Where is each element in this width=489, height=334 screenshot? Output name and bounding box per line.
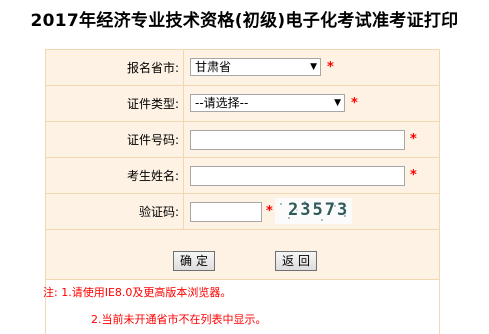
required-mark: *	[351, 96, 358, 111]
notes-box: 注: 1.请使用IE8.0及更高版本浏览器。 2.当前未开通省市不在列表中显示。	[43, 280, 440, 334]
province-selected-value: 甘肃省	[195, 60, 232, 74]
page: 2017年经济专业技术资格(初级)电子化考试准考证打印 报名省市: 甘肃省 ▼ …	[0, 0, 489, 334]
required-mark: *	[266, 204, 273, 219]
button-row: 确定 返回	[46, 230, 439, 280]
required-mark: *	[410, 168, 417, 183]
province-row: 报名省市: 甘肃省 ▼ *	[46, 50, 439, 86]
column-divider	[183, 122, 184, 157]
chevron-down-icon: ▼	[334, 98, 341, 108]
id-type-label: 证件类型:	[126, 97, 179, 111]
required-mark: *	[327, 60, 334, 75]
print-form: 报名省市: 甘肃省 ▼ * 证件类型: --请选择-- ▼ * 证件号码: * …	[45, 49, 440, 280]
id-type-select[interactable]: --请选择-- ▼	[190, 94, 345, 112]
chevron-down-icon: ▼	[310, 62, 317, 72]
name-row: 考生姓名: *	[46, 158, 439, 194]
captcha-input[interactable]	[190, 202, 262, 222]
note-browser: 注: 1.请使用IE8.0及更高版本浏览器。	[43, 286, 232, 299]
captcha-row: 验证码: * 23573	[46, 194, 439, 230]
captcha-label: 验证码:	[138, 205, 179, 219]
back-button[interactable]: 返回	[275, 251, 317, 271]
id-number-input[interactable]	[190, 130, 405, 150]
required-mark: *	[410, 132, 417, 147]
province-select[interactable]: 甘肃省 ▼	[190, 58, 321, 76]
confirm-button[interactable]: 确定	[173, 251, 215, 271]
name-label: 考生姓名:	[126, 169, 179, 183]
column-divider	[183, 194, 184, 229]
name-input[interactable]	[190, 166, 405, 186]
id-type-selected-value: --请选择--	[195, 96, 249, 110]
column-divider	[183, 158, 184, 193]
id-type-row: 证件类型: --请选择-- ▼ *	[46, 86, 439, 122]
id-number-row: 证件号码: *	[46, 122, 439, 158]
column-divider	[183, 86, 184, 121]
note-province: 2.当前未开通省市不在列表中显示。	[91, 313, 267, 326]
id-number-label: 证件号码:	[126, 133, 179, 147]
province-label: 报名省市:	[126, 61, 179, 75]
captcha-code: 23573	[288, 200, 350, 220]
captcha-image[interactable]: 23573	[275, 198, 352, 224]
column-divider	[183, 50, 184, 85]
page-title: 2017年经济专业技术资格(初级)电子化考试准考证打印	[30, 11, 459, 31]
